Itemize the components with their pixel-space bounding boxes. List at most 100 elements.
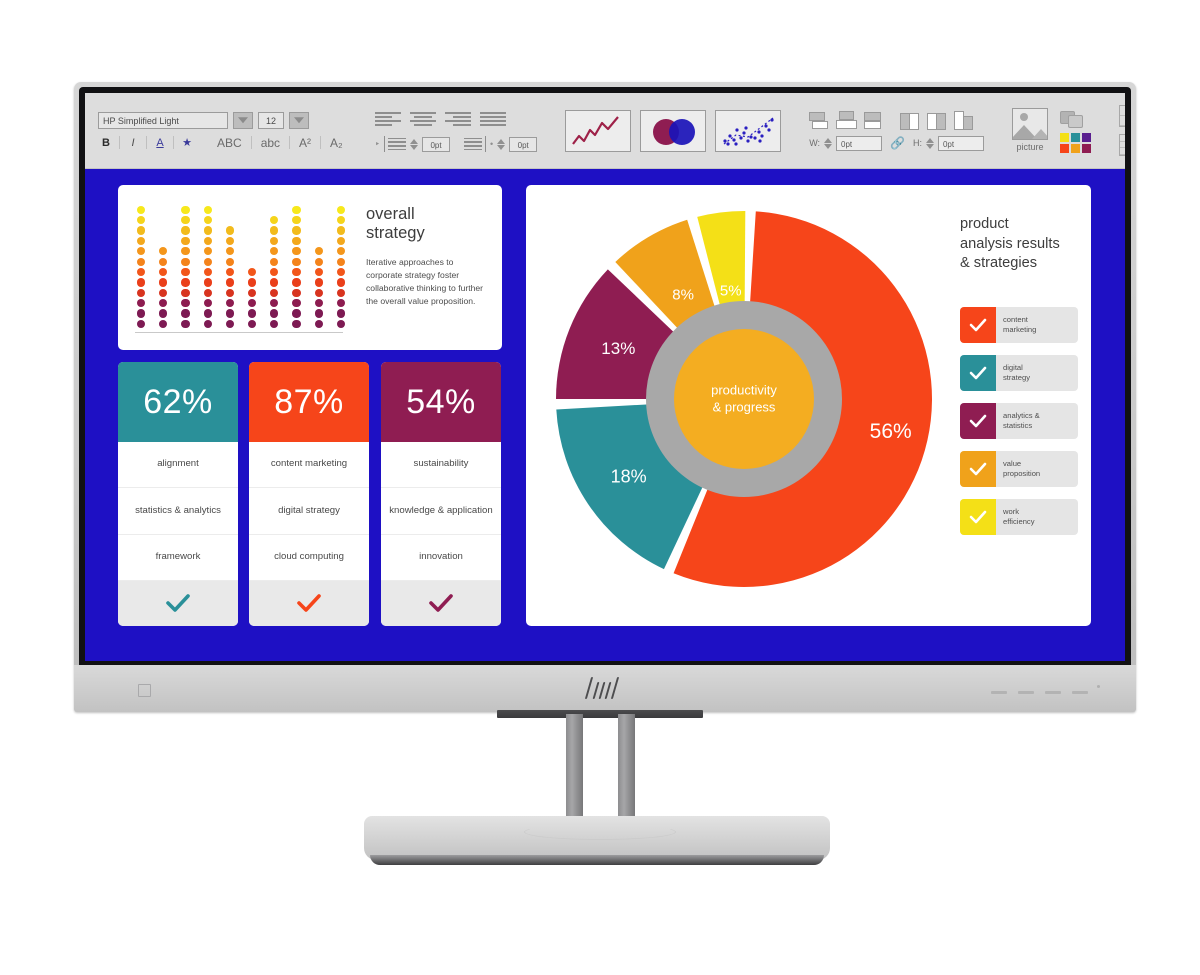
shapes-icon[interactable] bbox=[1059, 111, 1086, 128]
height-input[interactable]: 0pt bbox=[937, 135, 984, 151]
dot bbox=[336, 309, 345, 318]
picture-label: picture bbox=[1016, 142, 1044, 152]
spacing-after-spinner[interactable] bbox=[497, 138, 506, 150]
align-center-edge-icon[interactable] bbox=[927, 111, 948, 130]
donut-chart[interactable]: productivity & progress 56% 18% 13% 8% 5% bbox=[549, 195, 939, 603]
font-name-dropdown-icon[interactable] bbox=[233, 111, 253, 129]
dot bbox=[203, 247, 212, 256]
italic-button[interactable]: I bbox=[125, 136, 141, 150]
text-effect-button[interactable]: ★ bbox=[179, 136, 195, 150]
dot bbox=[292, 309, 301, 318]
legend-row[interactable]: content marketing bbox=[960, 307, 1078, 343]
dot bbox=[292, 319, 301, 328]
overall-title-line2: strategy bbox=[366, 224, 425, 243]
dot bbox=[314, 309, 323, 318]
scatter-chart-icon[interactable] bbox=[715, 109, 782, 152]
dot bbox=[336, 267, 345, 277]
spacing-after-input[interactable]: 0pt bbox=[509, 136, 538, 152]
slide-canvas[interactable]: overall strategy Iterative approaches to… bbox=[85, 169, 1125, 661]
stand-neck-plate bbox=[497, 710, 703, 718]
font-name-input[interactable]: HP Simplified Light bbox=[98, 111, 228, 129]
dot-column bbox=[247, 267, 257, 328]
distribute-icon[interactable] bbox=[863, 111, 884, 129]
dot bbox=[159, 309, 168, 318]
product-analysis-card[interactable]: productivity & progress 56% 18% 13% 8% 5% pr… bbox=[526, 185, 1091, 626]
monitor-osd-buttons[interactable] bbox=[991, 691, 1088, 694]
align-justify-icon[interactable] bbox=[479, 109, 506, 129]
superscript-button[interactable]: A² bbox=[295, 136, 315, 150]
align-left-edge-icon[interactable] bbox=[900, 111, 921, 130]
swatch-orange-red bbox=[1059, 144, 1069, 153]
dot bbox=[137, 257, 146, 266]
height-spinner[interactable] bbox=[925, 137, 934, 149]
overall-strategy-card[interactable]: overall strategy Iterative approaches to… bbox=[118, 185, 502, 350]
hp-logo-icon bbox=[584, 675, 625, 701]
line-chart-icon[interactable] bbox=[565, 109, 632, 152]
legend-label: work efficiency bbox=[1003, 506, 1035, 526]
indent-increase-icon[interactable] bbox=[384, 136, 407, 152]
product-title-line3: & strategies bbox=[960, 255, 1038, 272]
font-size-input[interactable]: 12 bbox=[258, 111, 284, 129]
insert-picture-button[interactable]: picture bbox=[1011, 108, 1048, 152]
percent-card[interactable]: 87% content marketing digital strategy c… bbox=[249, 362, 369, 626]
color-swatches[interactable] bbox=[1059, 133, 1091, 153]
layout-2x2-icon[interactable] bbox=[1118, 105, 1125, 127]
dot bbox=[314, 267, 323, 277]
width-spinner[interactable] bbox=[824, 137, 833, 149]
dot bbox=[336, 288, 345, 297]
product-analysis-title: product analysis results & strategies bbox=[960, 215, 1085, 274]
uppercase-button[interactable]: ABC bbox=[213, 136, 246, 150]
legend-row[interactable]: work efficiency bbox=[960, 499, 1078, 535]
spacing-before-spinner[interactable] bbox=[410, 138, 419, 150]
dot-column bbox=[181, 205, 190, 328]
indent-decrease-icon[interactable] bbox=[464, 136, 487, 152]
percent-card-check[interactable] bbox=[118, 580, 238, 626]
lowercase-button[interactable]: abc bbox=[257, 136, 284, 150]
layout-3x3-icon[interactable] bbox=[1118, 134, 1125, 156]
divider bbox=[250, 136, 252, 149]
dot bbox=[181, 205, 190, 214]
dot bbox=[247, 319, 257, 328]
percent-card[interactable]: 62% alignment statistics & analytics fra… bbox=[118, 362, 238, 626]
height-label: H: bbox=[912, 138, 922, 148]
align-top-icon[interactable] bbox=[809, 111, 830, 129]
donut-legend: content marketing digital strategy analytics… bbox=[960, 307, 1078, 535]
dot bbox=[336, 319, 345, 328]
overall-title-line1: overall bbox=[366, 205, 415, 223]
dot bbox=[137, 247, 146, 256]
indent-marker-icon: ‣ bbox=[374, 138, 381, 149]
dot bbox=[181, 216, 190, 225]
legend-row[interactable]: analytics & statistics bbox=[960, 403, 1078, 439]
bold-button[interactable]: B bbox=[98, 136, 114, 150]
picture-icon bbox=[1011, 108, 1048, 140]
percent-card-check[interactable] bbox=[381, 580, 501, 626]
venn-chart-icon[interactable] bbox=[640, 109, 707, 152]
percent-card-check[interactable] bbox=[249, 580, 369, 626]
dot bbox=[137, 288, 146, 297]
link-aspect-icon[interactable]: 🔗 bbox=[886, 136, 909, 150]
legend-check-icon bbox=[960, 499, 996, 535]
dot-column bbox=[270, 216, 279, 328]
legend-row[interactable]: value proposition bbox=[960, 451, 1078, 487]
underline-button[interactable]: A bbox=[152, 136, 168, 150]
percent-card[interactable]: 54% sustainability knowledge & applicati… bbox=[381, 362, 501, 626]
dot bbox=[270, 278, 279, 287]
dot bbox=[247, 288, 257, 297]
align-right-icon[interactable] bbox=[444, 109, 471, 129]
legend-label: value proposition bbox=[1003, 458, 1041, 478]
font-size-dropdown-icon[interactable] bbox=[289, 111, 309, 129]
dot bbox=[181, 236, 190, 245]
subscript-button[interactable]: A₂ bbox=[326, 136, 347, 150]
swatch-maroon bbox=[1081, 144, 1091, 153]
divider bbox=[173, 136, 174, 149]
spacing-before-input[interactable]: 0pt bbox=[422, 136, 451, 152]
align-right-edge-icon[interactable] bbox=[954, 110, 975, 130]
align-left-icon[interactable] bbox=[374, 109, 401, 129]
dot bbox=[270, 236, 279, 245]
align-center-icon[interactable] bbox=[409, 109, 436, 129]
align-middle-icon[interactable] bbox=[836, 110, 858, 129]
dot bbox=[270, 267, 279, 277]
width-input[interactable]: 0pt bbox=[836, 135, 883, 151]
legend-row[interactable]: digital strategy bbox=[960, 355, 1078, 391]
dot-columns bbox=[135, 205, 347, 328]
